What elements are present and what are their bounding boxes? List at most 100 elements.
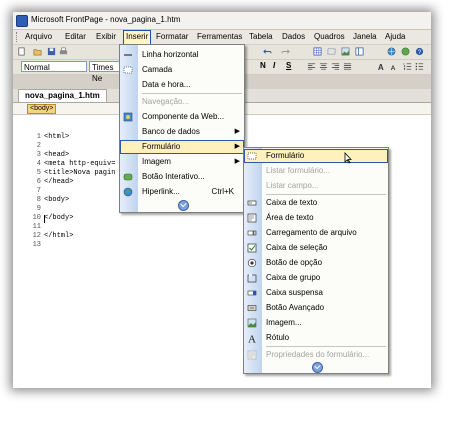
svg-text:A: A <box>248 334 256 344</box>
insert-image-icon[interactable] <box>341 47 350 56</box>
code-line: <head> <box>44 151 70 159</box>
menu-item-rotulo[interactable]: A Rótulo <box>244 331 388 345</box>
menu-item-botao-opcao[interactable]: Botão de opção <box>244 256 388 270</box>
menu-item-label: Componente da Web... <box>142 112 225 121</box>
menu-item-linha-horizontal[interactable]: Linha horizontal <box>120 48 244 62</box>
redo-icon[interactable] <box>281 47 290 56</box>
tab-nova-pagina[interactable]: nova_pagina_1.htm <box>18 89 107 102</box>
toolbar-grip[interactable] <box>16 32 20 42</box>
bold-button[interactable]: N <box>260 61 266 70</box>
underline-button[interactable]: S <box>286 61 291 70</box>
line-number: 3 <box>36 151 41 159</box>
menu-janela[interactable]: Janela <box>353 32 377 41</box>
label-icon: A <box>248 334 256 344</box>
menu-item-imagem-form[interactable]: Imagem... <box>244 316 388 330</box>
layer-icon <box>123 66 133 74</box>
menu-item-carregamento-arquivo[interactable]: Carregamento de arquivo <box>244 226 388 240</box>
menu-item-shortcut: Ctrl+K <box>211 187 234 196</box>
file-upload-icon <box>247 230 257 236</box>
menu-arquivo[interactable]: Arquivo <box>25 32 52 41</box>
menu-ferramentas[interactable]: Ferramentas <box>197 32 242 41</box>
menu-item-area-texto[interactable]: Área de texto <box>244 211 388 225</box>
align-left-icon[interactable] <box>307 62 316 71</box>
form-properties-icon <box>247 350 257 360</box>
menu-item-label: Formulário <box>266 151 305 160</box>
decrease-font-icon[interactable]: A <box>389 62 398 71</box>
menu-editar[interactable]: Editar <box>65 32 86 41</box>
align-right-icon[interactable] <box>331 62 340 71</box>
expand-menu-icon[interactable] <box>178 200 189 211</box>
line-number: 9 <box>36 205 41 213</box>
menu-item-imagem[interactable]: Imagem ▶ <box>120 155 244 169</box>
increase-font-icon[interactable]: A <box>377 62 386 71</box>
insert-frame-icon[interactable] <box>355 47 364 56</box>
save-icon[interactable] <box>47 47 56 56</box>
interactive-button-icon <box>123 173 133 181</box>
font-select[interactable]: Times Ne <box>89 61 123 83</box>
menu-ajuda[interactable]: Ajuda <box>385 32 405 41</box>
line-number: 1 <box>36 133 41 141</box>
code-line: </html> <box>44 232 74 240</box>
menu-item-componente-web[interactable]: Componente da Web... <box>120 110 244 124</box>
form-submenu: Formulário Listar formulário... Listar c… <box>243 147 389 374</box>
menu-item-label: Propriedades do formulário... <box>266 350 370 359</box>
insert-layer-icon[interactable] <box>327 47 336 56</box>
bullet-list-icon[interactable] <box>415 62 424 71</box>
style-select[interactable]: Normal <box>21 61 87 72</box>
italic-button[interactable]: I <box>273 61 275 70</box>
menu-quadros[interactable]: Quadros <box>314 32 345 41</box>
undo-icon[interactable] <box>263 47 272 56</box>
frontpage-app-icon <box>16 15 28 27</box>
code-line: </body> <box>44 214 74 222</box>
hyperlink-icon[interactable] <box>401 47 410 56</box>
menu-item-label: Listar campo... <box>266 181 319 190</box>
menu-item-label: Formulário <box>142 142 181 151</box>
menu-item-label: Botão de opção <box>266 258 323 267</box>
menu-item-caixa-texto[interactable]: Caixa de texto <box>244 196 388 210</box>
radio-button-icon <box>247 258 257 268</box>
open-icon[interactable] <box>33 47 42 56</box>
align-center-icon[interactable] <box>319 62 328 71</box>
line-number: 6 <box>36 178 41 186</box>
menu-item-formulario-form[interactable]: Formulário <box>244 149 388 164</box>
code-line: <title>Nova pagin <box>44 169 116 177</box>
menu-formatar[interactable]: Formatar <box>156 32 188 41</box>
menu-item-label: Rótulo <box>266 333 290 342</box>
menu-item-label: Caixa de seleção <box>266 243 328 252</box>
body-tag-button[interactable]: <body> <box>27 104 57 114</box>
line-number: 2 <box>36 142 41 150</box>
menu-item-label: Banco de dados <box>142 127 200 136</box>
line-number: 10 <box>32 214 41 222</box>
menu-inserir[interactable]: Inserir <box>123 30 152 45</box>
menu-tabela[interactable]: Tabela <box>249 32 273 41</box>
menu-item-caixa-selecao[interactable]: Caixa de seleção <box>244 241 388 255</box>
menu-item-botao-avancado[interactable]: Botão Avançado <box>244 301 388 315</box>
justify-icon[interactable] <box>343 62 352 71</box>
textbox-icon <box>247 200 257 206</box>
help-icon[interactable]: ? <box>415 47 424 56</box>
new-page-icon[interactable] <box>17 47 26 56</box>
menu-item-banco-dados[interactable]: Banco de dados ▶ <box>120 125 244 139</box>
code-line: <meta http-equiv= <box>44 160 116 168</box>
menu-item-formulario[interactable]: Formulário ▶ <box>120 140 244 154</box>
menu-bar: Arquivo Editar Exibir Inserir Formatar F… <box>13 30 431 45</box>
numbered-list-icon[interactable] <box>403 62 412 71</box>
menu-item-hiperlink[interactable]: Hiperlink... Ctrl+K <box>120 185 244 199</box>
menu-exibir[interactable]: Exibir <box>96 32 116 41</box>
menu-item-caixa-grupo[interactable]: Caixa de grupo <box>244 271 388 285</box>
menu-item-caixa-suspensa[interactable]: Caixa suspensa <box>244 286 388 300</box>
groupbox-icon <box>247 274 257 283</box>
menu-item-camada[interactable]: Camada <box>120 63 244 77</box>
horizontal-line-icon <box>124 54 132 56</box>
insert-menu: Linha horizontal Camada Data e hora... N… <box>119 44 245 213</box>
print-icon[interactable] <box>59 47 68 56</box>
expand-menu-icon[interactable] <box>312 362 323 373</box>
web-component-icon[interactable] <box>387 47 396 56</box>
menu-item-data-hora[interactable]: Data e hora... <box>120 78 244 92</box>
line-number: 13 <box>32 241 41 249</box>
insert-table-icon[interactable] <box>313 47 322 56</box>
menu-item-label: Data e hora... <box>142 80 191 89</box>
menu-dados[interactable]: Dados <box>282 32 305 41</box>
menu-item-botao-interativo[interactable]: Botão Interativo... <box>120 170 244 184</box>
form-icon <box>247 152 257 160</box>
